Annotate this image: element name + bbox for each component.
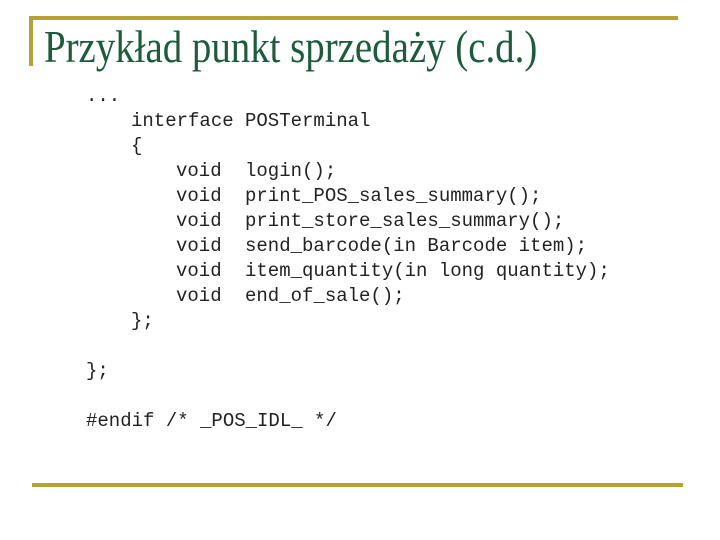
- method-signature: end_of_sale();: [245, 285, 405, 307]
- method-return-type: void: [176, 210, 222, 232]
- outer-close-brace: };: [86, 360, 109, 382]
- top-accent-rule: [29, 16, 678, 20]
- method-return-type: void: [176, 235, 222, 257]
- interface-name: POSTerminal: [245, 110, 371, 132]
- method-return-type: void: [176, 260, 222, 282]
- method-signature: print_store_sales_summary();: [245, 210, 565, 232]
- code-ellipsis: ...: [86, 85, 121, 107]
- method-return-type: void: [176, 185, 222, 207]
- method-signature: item_quantity(in long quantity);: [245, 260, 610, 282]
- method-return-type: void: [176, 285, 222, 307]
- slide-title: Przykład punkt sprzedaży (c.d.): [44, 21, 538, 72]
- bottom-accent-rule: [32, 483, 683, 487]
- left-accent-rule: [29, 16, 33, 66]
- method-signature: print_POS_sales_summary();: [245, 185, 542, 207]
- method-signature: send_barcode(in Barcode item);: [245, 235, 588, 257]
- interface-keyword: interface: [131, 110, 234, 132]
- open-brace: {: [131, 135, 143, 157]
- method-return-type: void: [176, 160, 222, 182]
- inner-close-brace: };: [131, 310, 154, 332]
- method-signature: login();: [245, 160, 337, 182]
- endif-directive: #endif /* _POS_IDL_ */: [86, 410, 337, 432]
